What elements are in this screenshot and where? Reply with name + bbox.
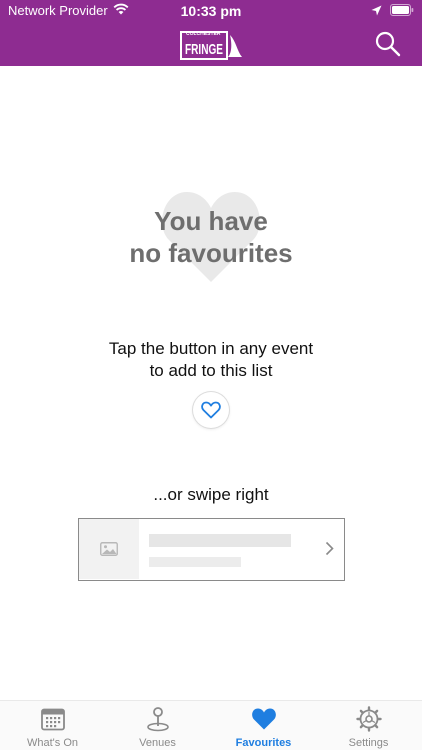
heart-icon xyxy=(252,708,276,730)
tab-settings[interactable]: Settings xyxy=(316,701,421,750)
gear-icon xyxy=(356,706,382,732)
location-arrow-icon xyxy=(371,4,382,19)
card-thumbnail xyxy=(79,519,139,579)
logo-small-text: COLCHESTER xyxy=(186,31,221,37)
image-placeholder-icon xyxy=(100,542,118,556)
tab-favourites-label: Favourites xyxy=(235,737,292,749)
status-right xyxy=(371,4,414,19)
sample-event-card xyxy=(78,518,345,581)
card-subtitle-placeholder xyxy=(149,557,241,567)
tab-whats-on-label: What's On xyxy=(26,737,78,749)
chevron-right-icon xyxy=(325,541,334,561)
logo-main-text: FRINGE xyxy=(185,41,223,58)
empty-title-line2: no favourites xyxy=(129,238,293,268)
tap-line1: Tap the button in any event xyxy=(108,339,314,358)
empty-title-line1: You have xyxy=(154,206,268,236)
map-pin-icon xyxy=(147,707,169,732)
status-bar: Network Provider 10:33 pm xyxy=(0,0,422,22)
tab-venues-label: Venues xyxy=(139,737,176,749)
heart-outline-icon xyxy=(201,401,221,419)
calendar-icon xyxy=(41,708,65,731)
app-header: Network Provider 10:33 pm COLCHESTER FRI… xyxy=(0,0,422,66)
battery-icon xyxy=(390,4,414,19)
card-title-placeholder xyxy=(149,534,291,547)
search-icon xyxy=(375,31,401,57)
tab-bar: What's On Venues Favourites Settings xyxy=(0,700,422,750)
favourite-button-example xyxy=(193,392,229,428)
tab-favourites[interactable]: Favourites xyxy=(211,701,316,750)
swipe-instruction: ...or swipe right xyxy=(153,485,269,504)
tab-venues[interactable]: Venues xyxy=(105,701,210,750)
tab-whats-on[interactable]: What's On xyxy=(0,701,105,750)
search-button[interactable] xyxy=(374,30,402,58)
colchester-fringe-logo: COLCHESTER FRINGE xyxy=(180,27,244,61)
tab-settings-label: Settings xyxy=(348,737,389,749)
status-time: 10:33 pm xyxy=(180,3,242,19)
empty-state-title: You have no favourites xyxy=(0,205,422,269)
tap-instructions: Tap the button in any event to add to th… xyxy=(0,338,422,382)
tap-line2: to add to this list xyxy=(149,361,273,380)
